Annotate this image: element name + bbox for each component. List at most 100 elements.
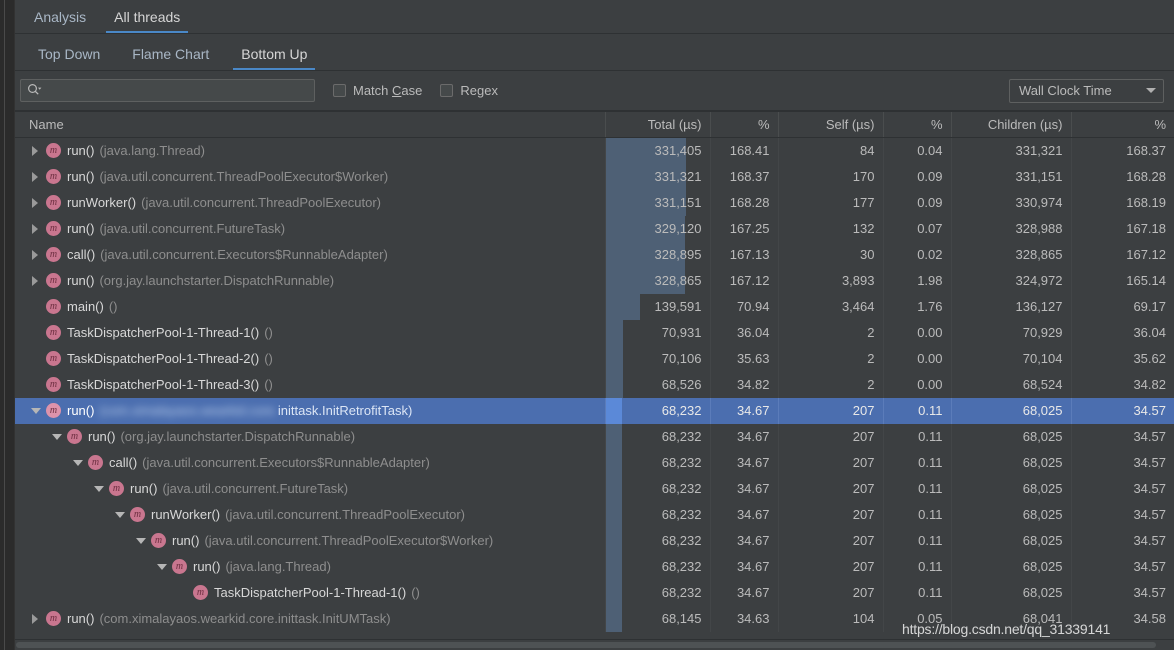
cell-name[interactable]: m run() (java.util.concurrent.FutureTask)	[14, 215, 606, 242]
sub-tab-bottom-up[interactable]: Bottom Up	[225, 46, 323, 70]
horizontal-scrollbar-thumb[interactable]	[16, 642, 1156, 648]
table-row[interactable]: m TaskDispatcherPool-1-Thread-1() () 70,931…	[14, 319, 1174, 346]
table-row[interactable]: m main() () 139,591 70.94 3,464 1.76 136,127 69.…	[14, 293, 1174, 320]
table-row[interactable]: m call() (java.util.concurrent.Executors$R…	[14, 241, 1174, 268]
table-row[interactable]: m runWorker() (java.util.concurrent.Thread…	[14, 501, 1174, 528]
column-header--2[interactable]: %	[710, 112, 779, 138]
table-row[interactable]: m run() (java.util.concurrent.FutureTask) 6…	[14, 475, 1174, 502]
match-case-checkbox[interactable]: Match Case	[333, 83, 422, 98]
cell-name[interactable]: m run() (java.util.concurrent.ThreadPoolEx…	[14, 527, 606, 554]
cell-total: 68,232	[605, 579, 711, 606]
cell-self: 207	[778, 553, 884, 580]
cell-name[interactable]: m run() (com.ximalayaos.wearkid.core.initt…	[14, 397, 606, 424]
cell-name[interactable]: m runWorker() (java.util.concurrent.Thread…	[14, 501, 606, 528]
horizontal-scrollbar[interactable]	[0, 639, 1174, 650]
cell-name[interactable]: m call() (java.util.concurrent.Executors$R…	[14, 449, 606, 476]
collapse-arrow-icon[interactable]	[73, 458, 83, 468]
cell-name[interactable]: m TaskDispatcherPool-1-Thread-1() ()	[14, 579, 606, 606]
column-header-totals-1[interactable]: Total (µs)	[605, 112, 711, 138]
search-input-wrapper[interactable]	[20, 79, 315, 102]
total-value: 329,120	[654, 221, 702, 236]
bottom-up-table-container[interactable]: Name Total (µs)% Self (µs)% Children (µs)% …	[14, 111, 1174, 639]
total-value: 328,865	[654, 273, 702, 288]
table-row[interactable]: m runWorker() (java.util.concurrent.Thread…	[14, 189, 1174, 216]
cell-name[interactable]: m run() (java.lang.Thread)	[14, 553, 606, 580]
collapse-arrow-icon[interactable]	[94, 484, 104, 494]
method-icon: m	[151, 533, 166, 548]
regex-box[interactable]	[440, 84, 454, 97]
regex-checkbox[interactable]: Regex	[440, 83, 498, 98]
total-bar	[605, 397, 622, 424]
cell-name[interactable]: m run() (java.util.concurrent.FutureTask)	[14, 475, 606, 502]
table-row[interactable]: m run() (java.lang.Thread) 68,232 34.67 207 0.…	[14, 553, 1174, 580]
table-row[interactable]: m call() (java.util.concurrent.Executors$R…	[14, 449, 1174, 476]
method-package: (java.lang.Thread)	[99, 143, 205, 158]
table-row[interactable]: m TaskDispatcherPool-1-Thread-3() () 68,526…	[14, 371, 1174, 398]
column-header-childrens-5[interactable]: Children (µs)	[951, 112, 1072, 138]
cell-self: 2	[778, 371, 884, 398]
cell-self: 207	[778, 397, 884, 424]
method-icon: m	[88, 455, 103, 470]
expand-arrow-icon[interactable]	[31, 223, 41, 234]
top-tab-analysis[interactable]: Analysis	[20, 9, 100, 33]
collapse-arrow-icon[interactable]	[31, 406, 41, 416]
cell-name[interactable]: m run() (org.jay.launchstarter.DispatchRun…	[14, 267, 606, 294]
method-name: run()	[88, 429, 116, 444]
cell-children-percent: 167.12	[1126, 247, 1166, 262]
cell-name[interactable]: m TaskDispatcherPool-1-Thread-2() ()	[14, 345, 606, 372]
total-bar	[605, 449, 622, 476]
match-case-label: Match Case	[353, 83, 423, 98]
table-row[interactable]: m run() (java.util.concurrent.FutureTask) 3…	[14, 215, 1174, 242]
cell-children: 330,974	[951, 189, 1072, 216]
table-row[interactable]: m TaskDispatcherPool-1-Thread-1() () 68,232…	[14, 579, 1174, 606]
top-tab-all-threads[interactable]: All threads	[100, 9, 194, 33]
cell-name[interactable]: m TaskDispatcherPool-1-Thread-1() ()	[14, 319, 606, 346]
cell-name[interactable]: m call() (java.util.concurrent.Executors$R…	[14, 241, 606, 268]
table-row[interactable]: m TaskDispatcherPool-1-Thread-2() () 70,106…	[14, 345, 1174, 372]
table-row[interactable]: m run() (java.util.concurrent.ThreadPoolEx…	[14, 163, 1174, 190]
expand-arrow-icon[interactable]	[31, 613, 41, 624]
expand-arrow-icon[interactable]	[31, 249, 41, 260]
clock-type-select[interactable]: Wall Clock Time	[1009, 78, 1164, 103]
table-row[interactable]: m run() (com.ximalayaos.wearkid.core.initt…	[14, 605, 1174, 632]
profiler-window: Analysis All threads Top Down Flame Chart B…	[0, 0, 1174, 650]
table-row[interactable]: m run() (java.util.concurrent.ThreadPoolEx…	[14, 527, 1174, 554]
cell-total-percent: 36.04	[710, 319, 779, 346]
cell-name[interactable]: m run() (org.jay.launchstarter.DispatchRun…	[14, 423, 606, 450]
cell-total: 139,591	[605, 293, 711, 320]
cell-self-percent: 0.00	[883, 319, 952, 346]
expand-arrow-icon[interactable]	[31, 275, 41, 286]
cell-name[interactable]: m main() ()	[14, 293, 606, 320]
collapse-arrow-icon[interactable]	[115, 510, 125, 520]
cell-name[interactable]: m TaskDispatcherPool-1-Thread-3() ()	[14, 371, 606, 398]
cell-self-percent: 0.11	[883, 501, 952, 528]
collapse-arrow-icon[interactable]	[52, 432, 62, 442]
table-row[interactable]: m run() (org.jay.launchstarter.DispatchRun…	[14, 423, 1174, 450]
total-bar	[605, 423, 622, 450]
cell-name[interactable]: m run() (java.lang.Thread)	[14, 137, 606, 164]
collapse-arrow-icon[interactable]	[157, 562, 167, 572]
table-row[interactable]: m run() (com.ximalayaos.wearkid.core.initt…	[14, 397, 1174, 424]
table-row[interactable]: m run() (java.lang.Thread) 331,405 168.41 84 0…	[14, 137, 1174, 164]
sub-tab-top-down[interactable]: Top Down	[22, 46, 116, 70]
cell-total-percent: 34.67	[710, 475, 779, 502]
cell-name[interactable]: m runWorker() (java.util.concurrent.Thread…	[14, 189, 606, 216]
total-value: 68,232	[661, 481, 702, 496]
expand-arrow-icon[interactable]	[31, 145, 41, 156]
expand-arrow-icon[interactable]	[31, 197, 41, 208]
cell-children: 70,104	[951, 345, 1072, 372]
sub-tab-flame-chart[interactable]: Flame Chart	[116, 46, 225, 70]
cell-name[interactable]: m run() (com.ximalayaos.wearkid.core.initt…	[14, 605, 606, 632]
match-case-box[interactable]	[333, 84, 346, 97]
column-header-name-0[interactable]: Name	[14, 112, 606, 138]
cell-name[interactable]: m run() (java.util.concurrent.ThreadPoolEx…	[14, 163, 606, 190]
total-value: 328,895	[654, 247, 702, 262]
column-header--4[interactable]: %	[883, 112, 952, 138]
column-header--6[interactable]: %	[1071, 112, 1174, 138]
collapse-arrow-icon[interactable]	[136, 536, 146, 546]
cell-children-percent: 34.57	[1133, 559, 1166, 574]
search-input[interactable]	[42, 83, 314, 98]
column-header-selfs-3[interactable]: Self (µs)	[778, 112, 884, 138]
table-row[interactable]: m run() (org.jay.launchstarter.DispatchRun…	[14, 267, 1174, 294]
expand-arrow-icon[interactable]	[31, 171, 41, 182]
